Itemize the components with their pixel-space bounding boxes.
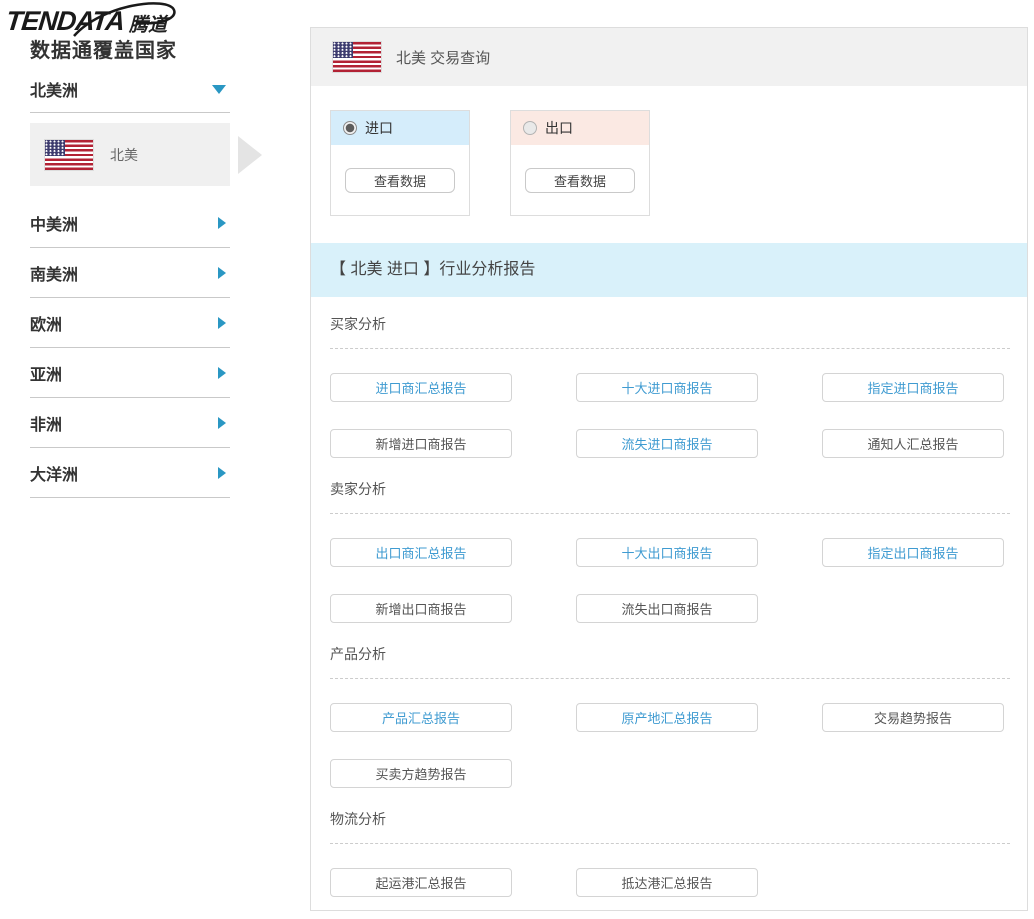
report-button[interactable]: 进口商汇总报告 xyxy=(330,373,512,402)
sidebar-group-item[interactable]: 中美洲 xyxy=(30,198,230,248)
chevron-right-icon xyxy=(218,467,226,479)
report-section: 卖家分析出口商汇总报告 十大出口商报告 指定出口商报告新增出口商报告 流失出口商报告 xyxy=(330,480,1010,623)
dashed-divider xyxy=(330,348,1010,349)
trade-card-header: 出口 xyxy=(511,111,649,145)
section-title: 卖家分析 xyxy=(330,480,1010,499)
radio-selected-icon[interactable] xyxy=(343,121,357,135)
report-button[interactable]: 原产地汇总报告 xyxy=(576,703,758,732)
sidebar-group-label: 欧洲 xyxy=(30,311,62,335)
report-button[interactable]: 产品汇总报告 xyxy=(330,703,512,732)
dashed-divider xyxy=(330,678,1010,679)
radio-unselected-icon[interactable] xyxy=(523,121,537,135)
sidebar-group-north-america[interactable]: 北美洲 xyxy=(30,66,230,113)
report-section: 买家分析进口商汇总报告 十大进口商报告 指定进口商报告新增进口商报告 流失进口商报告 通… xyxy=(330,315,1010,458)
trade-card-body: 查看数据 xyxy=(511,145,649,215)
logo-brand-cn-text: 腾道 xyxy=(129,10,167,37)
chevron-right-icon xyxy=(218,317,226,329)
report-button[interactable]: 买卖方趋势报告 xyxy=(330,759,512,788)
trade-card-body: 查看数据 xyxy=(331,145,469,215)
dashed-divider xyxy=(330,843,1010,844)
trade-card-import: 进口查看数据 xyxy=(330,110,470,216)
report-button[interactable]: 流失出口商报告 xyxy=(576,594,758,623)
view-data-button[interactable]: 查看数据 xyxy=(345,168,455,193)
chevron-right-icon xyxy=(218,367,226,379)
us-flag-icon xyxy=(333,42,381,72)
report-button[interactable]: 新增出口商报告 xyxy=(330,594,512,623)
chevron-right-icon xyxy=(218,267,226,279)
trade-direction-cards: 进口查看数据出口查看数据 xyxy=(330,110,650,216)
section-title: 产品分析 xyxy=(330,645,1010,664)
sidebar-group-label: 亚洲 xyxy=(30,361,62,385)
trade-card-header: 进口 xyxy=(331,111,469,145)
chevron-down-icon xyxy=(212,85,226,94)
sidebar-group-list: 中美洲南美洲欧洲亚洲非洲大洋洲 xyxy=(30,198,230,498)
report-button[interactable]: 指定出口商报告 xyxy=(822,538,1004,567)
us-flag-icon xyxy=(45,140,93,170)
sidebar-item-north-america-us[interactable]: 北美 xyxy=(30,123,230,186)
report-section: 物流分析起运港汇总报告 抵达港汇总报告 xyxy=(330,810,1010,897)
sidebar-group-label: 南美洲 xyxy=(30,261,78,285)
report-button[interactable]: 通知人汇总报告 xyxy=(822,429,1004,458)
trade-card-label: 进口 xyxy=(365,118,393,138)
sidebar-group-item[interactable]: 大洋洲 xyxy=(30,448,230,498)
trade-query-panel: 北美 交易查询 进口查看数据出口查看数据 【 北美 进口 】行业分析报告 买家分… xyxy=(310,27,1028,911)
logo-tagline: 数据通覆盖国家 xyxy=(30,34,286,63)
chevron-right-icon xyxy=(218,217,226,229)
report-sections: 买家分析进口商汇总报告 十大进口商报告 指定进口商报告新增进口商报告 流失进口商报告 通… xyxy=(330,315,1010,919)
section-title: 物流分析 xyxy=(330,810,1010,829)
continent-sidebar: 北美洲 北美 中美洲南美洲欧洲亚洲非洲大洋洲 xyxy=(30,66,230,498)
dashed-divider xyxy=(330,513,1010,514)
report-button-grid: 起运港汇总报告 抵达港汇总报告 xyxy=(330,868,1010,897)
sidebar-item-label: 北美 xyxy=(110,145,138,165)
report-button-grid: 出口商汇总报告 十大出口商报告 指定出口商报告新增出口商报告 流失出口商报告 xyxy=(330,538,1010,623)
sidebar-group-item[interactable]: 非洲 xyxy=(30,398,230,448)
report-button[interactable]: 新增进口商报告 xyxy=(330,429,512,458)
report-button[interactable]: 出口商汇总报告 xyxy=(330,538,512,567)
report-button[interactable]: 十大出口商报告 xyxy=(576,538,758,567)
trade-card-export: 出口查看数据 xyxy=(510,110,650,216)
tendata-logo: TENDATA 腾道 数据通覆盖国家 xyxy=(6,6,286,63)
sidebar-group-item[interactable]: 南美洲 xyxy=(30,248,230,298)
panel-header: 北美 交易查询 xyxy=(311,28,1027,86)
sidebar-group-item[interactable]: 欧洲 xyxy=(30,298,230,348)
selected-item-pointer-icon xyxy=(238,136,262,174)
report-button[interactable]: 交易趋势报告 xyxy=(822,703,1004,732)
sidebar-group-label: 大洋洲 xyxy=(30,461,78,485)
report-button-grid: 产品汇总报告 原产地汇总报告 交易趋势报告买卖方趋势报告 xyxy=(330,703,1010,788)
report-button-grid: 进口商汇总报告 十大进口商报告 指定进口商报告新增进口商报告 流失进口商报告 通知人汇总… xyxy=(330,373,1010,458)
report-button[interactable]: 起运港汇总报告 xyxy=(330,868,512,897)
report-button[interactable]: 流失进口商报告 xyxy=(576,429,758,458)
chevron-right-icon xyxy=(218,417,226,429)
report-button[interactable]: 抵达港汇总报告 xyxy=(576,868,758,897)
logo-brand-text: TENDATA xyxy=(4,6,125,37)
section-title: 买家分析 xyxy=(330,315,1010,334)
view-data-button[interactable]: 查看数据 xyxy=(525,168,635,193)
panel-title: 北美 交易查询 xyxy=(396,47,490,68)
report-button[interactable]: 十大进口商报告 xyxy=(576,373,758,402)
sidebar-group-label: 中美洲 xyxy=(30,211,78,235)
trade-card-label: 出口 xyxy=(545,118,573,138)
sidebar-group-label: 非洲 xyxy=(30,411,62,435)
sidebar-group-label: 北美洲 xyxy=(30,77,78,101)
report-section: 产品分析产品汇总报告 原产地汇总报告 交易趋势报告买卖方趋势报告 xyxy=(330,645,1010,788)
report-button[interactable]: 指定进口商报告 xyxy=(822,373,1004,402)
sidebar-group-item[interactable]: 亚洲 xyxy=(30,348,230,398)
report-section-header: 【 北美 进口 】行业分析报告 xyxy=(311,243,1027,297)
